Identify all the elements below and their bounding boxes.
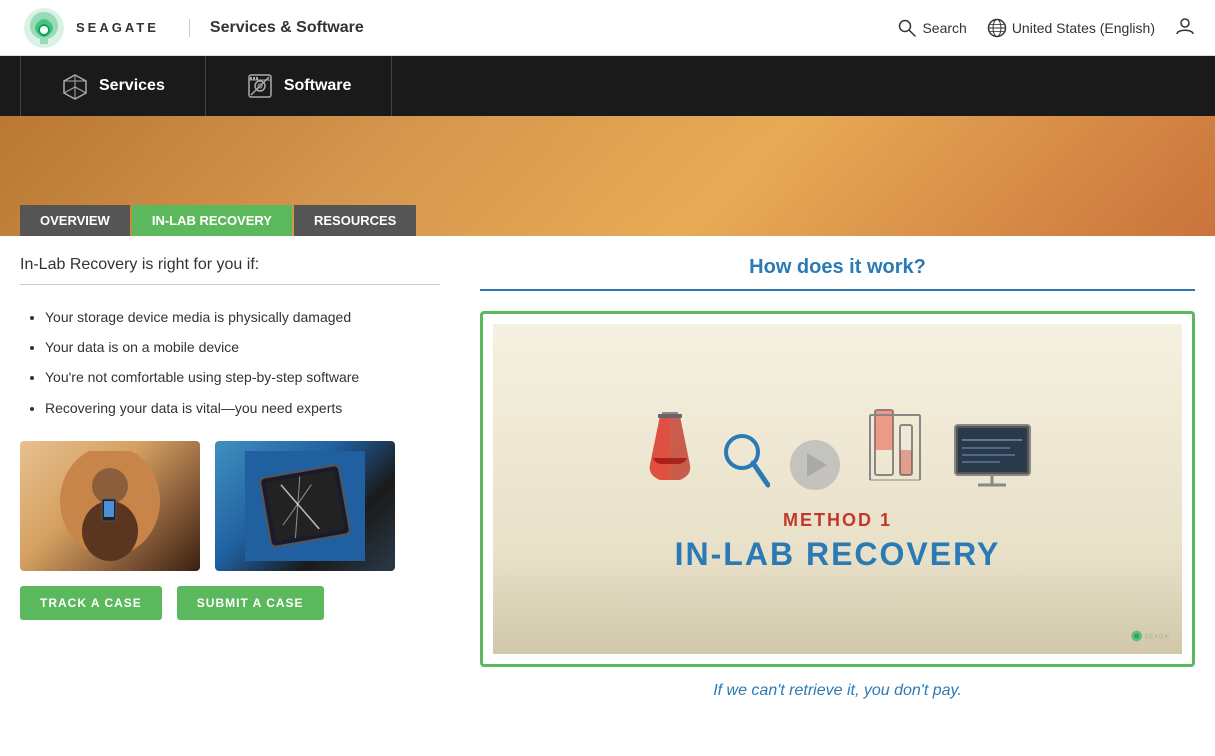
search-icon [897, 18, 917, 38]
woman-illustration [60, 451, 160, 561]
seagate-watermark: SEAGATE [1130, 629, 1170, 646]
list-item: Your data is on a mobile device [45, 335, 440, 360]
right-section-title: How does it work? [480, 256, 1195, 279]
seagate-watermark-logo: SEAGATE [1130, 629, 1170, 643]
tab-inlab-recovery[interactable]: IN-LAB RECOVERY [132, 205, 292, 236]
tab-overview[interactable]: OVERVIEW [20, 205, 130, 236]
header-nav-title: Services & Software [189, 19, 364, 37]
broken-device-image [215, 441, 395, 571]
flask-icon [640, 410, 700, 490]
nav-item-software[interactable]: Software [206, 56, 393, 116]
seagate-brand-text: SEAGATE [76, 20, 159, 35]
left-section-title: In-Lab Recovery is right for you if: [20, 256, 440, 274]
logo-area[interactable]: SEAGATE [20, 4, 159, 52]
monitor-icon [950, 420, 1035, 490]
track-case-button[interactable]: TRACK A CASE [20, 586, 162, 620]
play-triangle-icon [807, 453, 827, 477]
magnifier-icon [720, 430, 770, 490]
search-button[interactable]: Search [897, 18, 966, 38]
tagline-text: If we can't retrieve it, you don't pay. [480, 682, 1195, 700]
left-column: In-Lab Recovery is right for you if: You… [20, 256, 440, 700]
right-column: How does it work? [480, 256, 1195, 700]
video-icons [640, 405, 1035, 490]
woman-with-phone-image [20, 441, 200, 571]
broken-device-illustration [245, 451, 365, 561]
submit-case-button[interactable]: SUBMIT A CASE [177, 586, 324, 620]
nav-software-label: Software [284, 77, 352, 95]
top-header: SEAGATE Services & Software Search Unite… [0, 0, 1215, 56]
hero-banner: OVERVIEW IN-LAB RECOVERY RESOURCES [0, 116, 1215, 236]
main-nav: Services Software [0, 56, 1215, 116]
locale-label: United States (English) [1012, 20, 1155, 36]
header-left: SEAGATE Services & Software [20, 4, 364, 52]
action-buttons-row: TRACK A CASE SUBMIT A CASE [20, 586, 440, 620]
section-divider [20, 284, 440, 285]
method-label: METHOD 1 [783, 510, 892, 531]
seagate-logo-icon [20, 4, 68, 52]
list-item: Recovering your data is vital—you need e… [45, 396, 440, 421]
play-button[interactable] [790, 440, 840, 490]
lab-equipment-icon [860, 405, 930, 490]
video-thumbnail[interactable]: METHOD 1 IN-LAB RECOVERY SEAGATE [493, 324, 1182, 654]
product-images-row [20, 441, 440, 571]
cube-icon [61, 72, 89, 100]
list-item: You're not comfortable using step-by-ste… [45, 365, 440, 390]
right-section-divider [480, 289, 1195, 291]
user-account-button[interactable] [1175, 16, 1195, 39]
svg-text:SEAGATE: SEAGATE [1145, 635, 1170, 641]
recovery-label: IN-LAB RECOVERY [675, 536, 1001, 573]
list-item: Your storage device media is physically … [45, 305, 440, 330]
nav-item-services[interactable]: Services [20, 56, 206, 116]
search-label: Search [922, 20, 966, 36]
locale-selector[interactable]: United States (English) [987, 18, 1155, 38]
bullet-list: Your storage device media is physically … [20, 305, 440, 421]
header-right: Search United States (English) [897, 16, 1195, 39]
nav-services-label: Services [99, 77, 165, 95]
hero-tabs: OVERVIEW IN-LAB RECOVERY RESOURCES [20, 205, 416, 236]
user-icon [1175, 16, 1195, 36]
disk-icon [246, 72, 274, 100]
globe-icon [987, 18, 1007, 38]
video-container[interactable]: METHOD 1 IN-LAB RECOVERY SEAGATE [480, 311, 1195, 667]
main-content: In-Lab Recovery is right for you if: You… [0, 236, 1215, 720]
tab-resources[interactable]: RESOURCES [294, 205, 416, 236]
